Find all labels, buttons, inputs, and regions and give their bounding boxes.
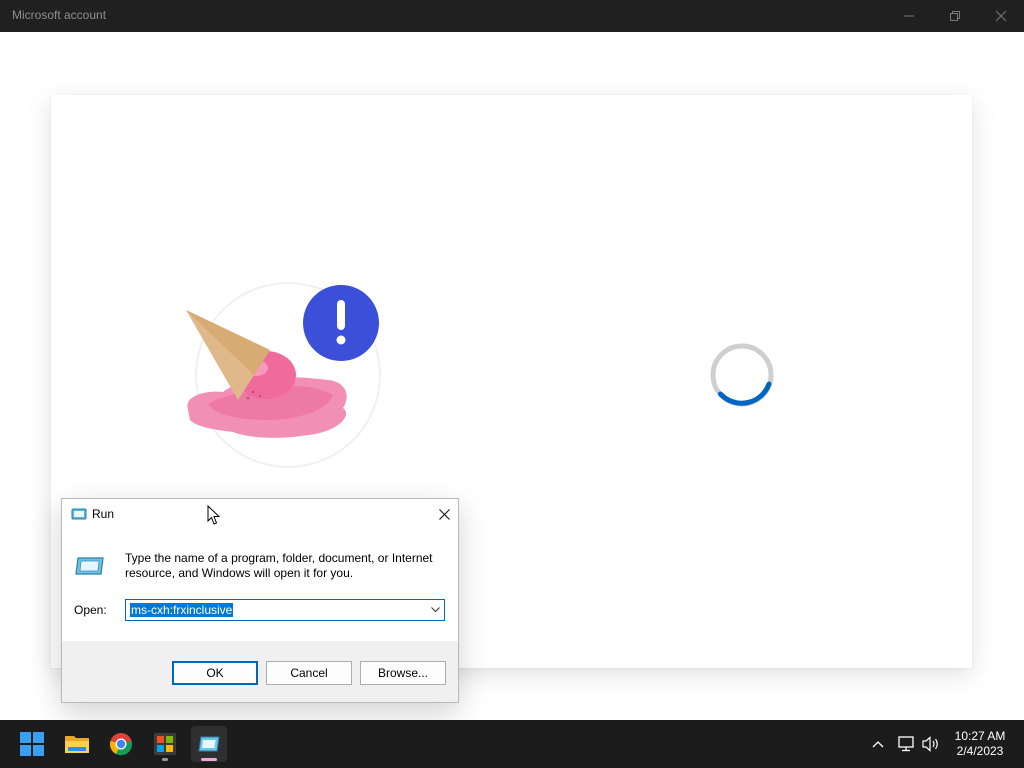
close-icon bbox=[996, 11, 1006, 21]
microsoft-store-button[interactable] bbox=[147, 726, 183, 762]
open-combobox[interactable]: ms-cxh:frxinclusive bbox=[125, 599, 445, 621]
window-title: Microsoft account bbox=[12, 8, 107, 22]
window-titlebar: Microsoft account bbox=[0, 0, 1024, 32]
network-button[interactable] bbox=[896, 734, 916, 754]
volume-button[interactable] bbox=[921, 734, 941, 754]
clock-time: 10:27 AM bbox=[954, 729, 1006, 743]
store-icon bbox=[154, 733, 176, 755]
run-footer: OK Cancel Browse... bbox=[62, 641, 458, 702]
minimize-icon bbox=[904, 15, 914, 17]
app-running-indicator bbox=[162, 758, 168, 761]
run-dialog: Run Type the name of a program, folder, … bbox=[61, 498, 459, 703]
chrome-button[interactable] bbox=[103, 726, 139, 762]
show-hidden-icons-button[interactable] bbox=[868, 734, 888, 754]
mouse-cursor-icon bbox=[207, 505, 221, 525]
folder-icon bbox=[65, 736, 89, 753]
run-icon bbox=[71, 508, 87, 520]
clock-date: 2/4/2023 bbox=[956, 744, 1004, 758]
restore-icon bbox=[950, 11, 960, 21]
taskbar: 10:27 AM 2/4/2023 bbox=[0, 720, 1024, 768]
ok-button[interactable]: OK bbox=[172, 661, 258, 685]
browse-button[interactable]: Browse... bbox=[360, 661, 446, 685]
loading-spinner-icon bbox=[710, 343, 774, 407]
app-active-indicator bbox=[201, 758, 217, 761]
start-button[interactable] bbox=[14, 726, 50, 762]
close-button[interactable] bbox=[978, 0, 1024, 32]
run-title: Run bbox=[92, 507, 115, 521]
minimize-button[interactable] bbox=[886, 0, 932, 32]
open-label: Open: bbox=[74, 603, 107, 617]
alert-icon bbox=[303, 285, 379, 361]
run-program-icon bbox=[75, 557, 104, 575]
run-icon bbox=[198, 736, 220, 752]
run-titlebar[interactable]: Run bbox=[62, 499, 458, 529]
restore-button[interactable] bbox=[932, 0, 978, 32]
system-clock[interactable]: 10:27 AM 2/4/2023 bbox=[946, 729, 1014, 759]
dropdown-button[interactable] bbox=[428, 601, 442, 619]
volume-icon bbox=[922, 736, 938, 752]
file-explorer-button[interactable] bbox=[59, 726, 95, 762]
windows-start-icon bbox=[20, 732, 44, 756]
chevron-up-icon bbox=[872, 741, 884, 748]
network-icon bbox=[898, 736, 914, 752]
run-taskbar-button[interactable] bbox=[191, 726, 227, 762]
chrome-icon bbox=[110, 733, 132, 756]
close-icon bbox=[438, 508, 450, 520]
run-close-button[interactable] bbox=[430, 501, 458, 527]
run-description: Type the name of a program, folder, docu… bbox=[125, 551, 433, 580]
cancel-button[interactable]: Cancel bbox=[266, 661, 352, 685]
chevron-down-icon bbox=[430, 607, 440, 613]
open-input[interactable]: ms-cxh:frxinclusive bbox=[130, 603, 234, 617]
